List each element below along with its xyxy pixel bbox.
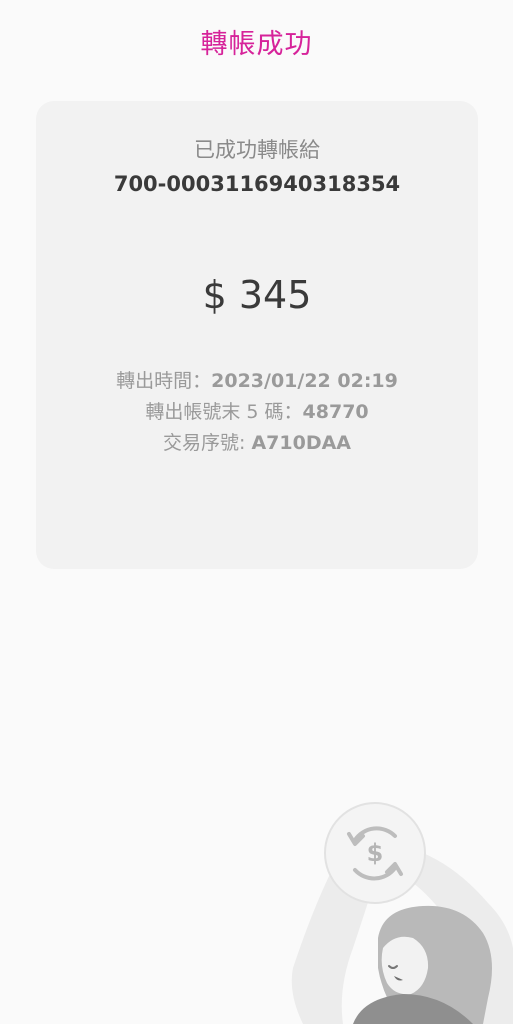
svg-text:$: $ — [367, 839, 384, 867]
success-illustration: $ — [283, 798, 513, 1024]
recipient-account-number: 700-0003116940318354 — [113, 172, 401, 196]
page-title: 轉帳成功 — [200, 29, 313, 60]
serial-number-value: A710DAA — [251, 432, 351, 454]
serial-number-row: 交易序號: A710DAA — [36, 428, 478, 459]
woman-holding-coin-illustration: $ — [291, 802, 513, 1024]
serial-number-label: 交易序號: — [163, 432, 252, 454]
transfer-success-screen: 轉帳成功 已成功轉帳給 700-0003116940318354 $ 345 轉… — [0, 0, 513, 1024]
account-last5-value: 48770 — [302, 401, 369, 423]
transfer-details: 轉出時間：2023/01/22 02:19 轉出帳號末 5 碼：48770 交易… — [36, 366, 478, 459]
transfer-time-label: 轉出時間： — [116, 370, 212, 392]
account-last5-row: 轉出帳號末 5 碼：48770 — [36, 397, 478, 428]
account-last5-label: 轉出帳號末 5 碼： — [145, 401, 303, 423]
transfer-amount: $ 345 — [202, 273, 312, 317]
transfer-time-value: 2023/01/22 02:19 — [211, 370, 398, 392]
receipt-card: 已成功轉帳給 700-0003116940318354 $ 345 轉出時間：2… — [36, 101, 478, 569]
recipient-label: 已成功轉帳給 — [194, 138, 320, 162]
transfer-time-row: 轉出時間：2023/01/22 02:19 — [36, 366, 478, 397]
